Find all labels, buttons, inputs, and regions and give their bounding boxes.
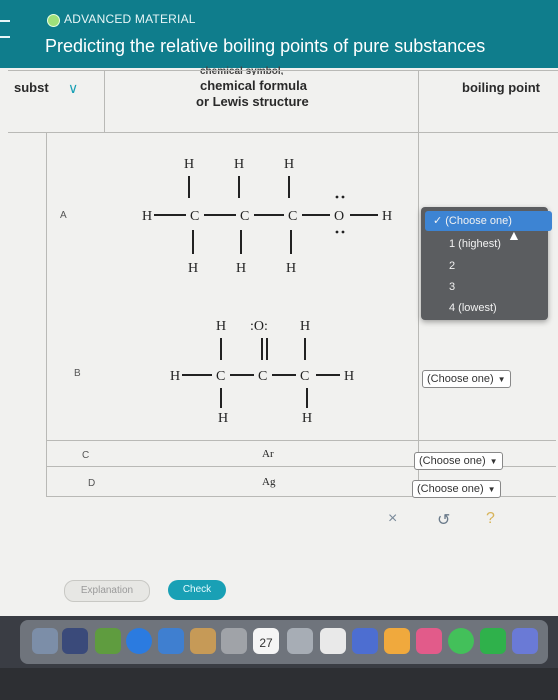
select-value: (Choose one)	[417, 483, 484, 495]
boiling-point-select-b[interactable]: (Choose one) ▼	[422, 370, 511, 388]
atom-h: H	[286, 261, 296, 274]
lewis-structure-propanol: H H H H C C C O H H H H	[138, 154, 408, 276]
atom-c: C	[216, 369, 225, 384]
atom-h: H	[142, 209, 152, 224]
undo-icon[interactable]: ↺	[437, 510, 450, 530]
check-button[interactable]: Check	[168, 580, 226, 600]
mail-icon[interactable]	[158, 628, 184, 654]
mouse-cursor-icon: ▲	[507, 227, 521, 243]
table-border-top	[8, 70, 558, 71]
section-kicker: ADVANCED MATERIAL	[64, 12, 196, 26]
row-label-c: C	[82, 450, 90, 461]
reminders-icon[interactable]	[320, 628, 346, 654]
dropdown-option-selected[interactable]: ✓ (Choose one)	[425, 211, 552, 231]
atom-h: H	[382, 209, 392, 224]
lewis-structure-acetone: H :O: H H C C C H H H	[166, 316, 366, 426]
row-divider	[46, 440, 556, 441]
dropdown-option-3[interactable]: 3	[421, 277, 558, 297]
atom-h: H	[344, 369, 354, 384]
atom-c: C	[190, 209, 199, 224]
page-title: Predicting the relative boiling points o…	[45, 36, 486, 56]
facetime-icon[interactable]	[480, 628, 506, 654]
atom-o: O	[334, 209, 344, 224]
column-divider	[104, 70, 105, 132]
chemical-symbol-argon: Ar	[262, 448, 274, 460]
atom-h: H	[234, 157, 244, 172]
boiling-point-select-d[interactable]: (Choose one) ▼	[412, 480, 501, 498]
calendar-day: 27	[259, 636, 273, 650]
calendar-icon[interactable]: 27	[253, 628, 279, 654]
atom-h: H	[284, 157, 294, 172]
finder-icon[interactable]	[32, 628, 58, 654]
desk-background	[0, 668, 558, 700]
row-label-b: B	[74, 368, 81, 379]
app-icon[interactable]	[352, 628, 378, 654]
dropdown-option-2[interactable]: 2	[421, 256, 558, 276]
contacts-icon[interactable]	[190, 628, 216, 654]
atom-h: H	[188, 261, 198, 274]
explanation-button[interactable]: Explanation	[64, 580, 150, 602]
app-icon[interactable]	[416, 628, 442, 654]
apps-grid-icon[interactable]	[95, 628, 121, 654]
safari-icon[interactable]	[126, 628, 152, 654]
status-dot-icon	[47, 14, 60, 27]
row-label-a: A	[60, 210, 67, 221]
atom-h: H	[184, 157, 194, 172]
atom-h: H	[300, 319, 310, 334]
atom-c: C	[240, 209, 249, 224]
app-icon[interactable]	[221, 628, 247, 654]
chevron-down-icon: ▼	[489, 457, 498, 466]
messages-icon[interactable]	[448, 628, 474, 654]
column-divider	[46, 132, 47, 496]
chemical-symbol-silver: Ag	[262, 476, 276, 488]
column-header-substance: subst	[14, 80, 49, 95]
header-divider	[8, 132, 558, 133]
column-header-formula-2: or Lewis structure	[196, 94, 309, 109]
atom-c: C	[258, 369, 267, 384]
dropdown-option-1[interactable]: 1 (highest)	[421, 234, 558, 254]
atom-h: H	[218, 411, 228, 426]
atom-h: H	[236, 261, 246, 274]
atom-c: C	[288, 209, 297, 224]
assignment-header: ADVANCED MATERIAL Predicting the relativ…	[0, 0, 558, 68]
app-icon[interactable]	[287, 628, 313, 654]
chevron-down-icon[interactable]: ∨	[68, 80, 82, 96]
dropdown-option-4[interactable]: 4 (lowest)	[421, 298, 558, 318]
column-header-formula: chemical formula	[200, 78, 307, 93]
chevron-down-icon: ▼	[497, 375, 506, 384]
answer-table: subst ∨ chemical symbol, chemical formul…	[8, 66, 558, 572]
clear-icon[interactable]: ×	[388, 510, 397, 528]
boiling-point-dropdown-a-open[interactable]: ✓ (Choose one) 1 (highest) 2 3 4 (lowest…	[421, 207, 552, 320]
atom-o-with-lone-pairs: :O:	[250, 319, 268, 334]
row-label-d: D	[88, 478, 96, 489]
atom-h: H	[170, 369, 180, 384]
column-divider	[418, 70, 419, 496]
atom-h: H	[302, 411, 312, 426]
column-header-boiling-point: boiling point	[462, 80, 540, 95]
atom-c: C	[300, 369, 309, 384]
launchpad-icon[interactable]	[62, 628, 88, 654]
select-value: (Choose one)	[427, 373, 494, 385]
select-value: (Choose one)	[419, 455, 486, 467]
boiling-point-select-c[interactable]: (Choose one) ▼	[414, 452, 503, 470]
help-icon[interactable]: ?	[486, 510, 495, 528]
atom-h: H	[216, 319, 226, 334]
photos-icon[interactable]	[384, 628, 410, 654]
app-icon[interactable]	[512, 628, 538, 654]
menu-icon[interactable]	[0, 20, 10, 38]
chevron-down-icon: ▼	[487, 485, 496, 494]
